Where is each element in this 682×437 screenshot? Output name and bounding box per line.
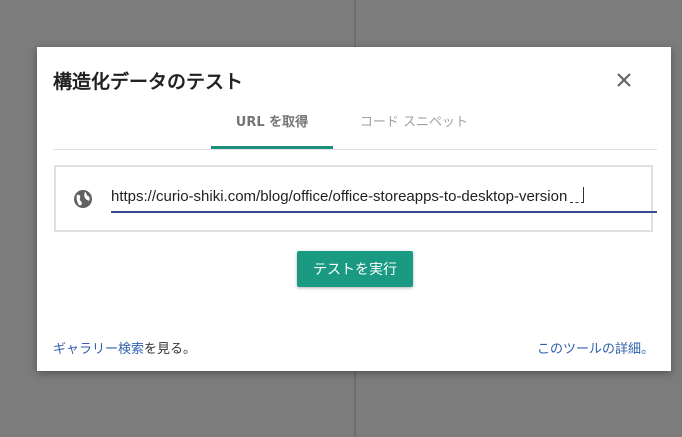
gallery-search-text: ギャラリー検索を見る。: [53, 338, 196, 357]
structured-data-test-dialog: 構造化データのテスト URL を取得 コード スニペット https://cur…: [37, 47, 671, 371]
tab-bar: URL を取得 コード スニペット: [53, 109, 657, 150]
tab-fetch-url[interactable]: URL を取得: [211, 109, 333, 149]
dialog-title: 構造化データのテスト: [53, 71, 244, 93]
globe-icon: [74, 190, 92, 208]
url-input[interactable]: https://curio-shiki.com/blog/office/offi…: [111, 183, 657, 213]
close-button[interactable]: [609, 65, 639, 95]
text-cursor: [570, 187, 585, 203]
gallery-search-link[interactable]: ギャラリー検索: [53, 342, 144, 357]
tab-code-snippet[interactable]: コード スニペット: [339, 109, 489, 146]
url-input-container: https://curio-shiki.com/blog/office/offi…: [54, 165, 657, 232]
gallery-search-suffix: を見る。: [144, 342, 197, 357]
url-input-value: https://curio-shiki.com/blog/office/offi…: [111, 188, 568, 205]
close-icon: [617, 73, 631, 87]
tool-details-link[interactable]: このツールの詳細。: [537, 338, 654, 357]
run-test-button[interactable]: テストを実行: [297, 251, 413, 287]
